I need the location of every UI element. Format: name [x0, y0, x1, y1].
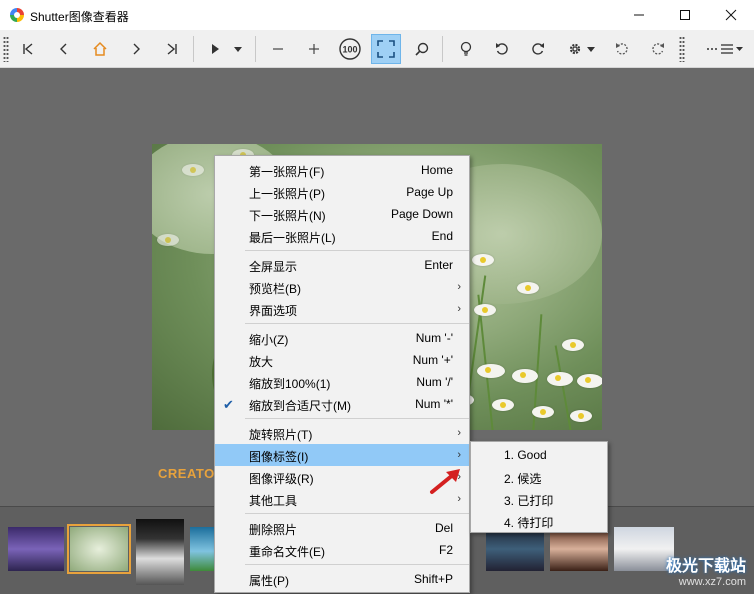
- menu-item-properties[interactable]: 属性(P) Shift+P: [215, 568, 469, 590]
- last-photo-button[interactable]: [157, 34, 187, 64]
- zoom-out-button[interactable]: [263, 34, 293, 64]
- minimize-icon: [634, 14, 644, 16]
- rotate-right-icon: [532, 43, 544, 55]
- context-menu: 第一张照片(F) Home 上一张照片(P) Page Up 下一张照片(N) Pag…: [214, 155, 470, 593]
- menu-icon: [707, 44, 743, 54]
- menu-item-previous-photo[interactable]: 上一张照片(P) Page Up: [215, 181, 469, 203]
- photo-caption: CREATO: [158, 466, 215, 481]
- menu-item-zoom-out[interactable]: 缩小(Z) Num '-': [215, 327, 469, 349]
- thumbnail[interactable]: [486, 527, 544, 571]
- checkmark-icon: ✔: [223, 397, 234, 412]
- menu-item-image-tags[interactable]: 图像标签(I) ›: [215, 444, 469, 466]
- thumbnail[interactable]: [8, 527, 64, 571]
- menu-item-delete-photo[interactable]: 删除照片 Del: [215, 517, 469, 539]
- dropdown-icon: [234, 47, 242, 52]
- svg-text:100: 100: [342, 45, 357, 55]
- watermark: 极光下载站 www.xz7.com: [666, 552, 746, 588]
- home-button[interactable]: [85, 34, 115, 64]
- toolbar: 100: [0, 30, 754, 68]
- thumbnail[interactable]: [136, 519, 184, 585]
- home-icon: [93, 41, 107, 56]
- slideshow-dropdown[interactable]: [228, 34, 248, 64]
- previous-photo-button[interactable]: [49, 34, 79, 64]
- next-icon: [133, 43, 140, 55]
- image-tags-submenu: 1. Good 2. 候选 3. 已打印 4. 待打印: [470, 441, 608, 533]
- search-icon: [415, 42, 429, 56]
- main-menu-button[interactable]: [700, 34, 750, 64]
- flip-right-icon: [652, 43, 664, 55]
- menu-item-zoom-in[interactable]: 放大 Num '+': [215, 349, 469, 371]
- submenu-item-printed[interactable]: 3. 已打印: [471, 488, 607, 510]
- zoom-out-icon: [273, 48, 283, 50]
- rotate-right-button[interactable]: [523, 34, 553, 64]
- menu-item-rename-file[interactable]: 重命名文件(E) F2: [215, 539, 469, 561]
- slideshow-button[interactable]: [200, 34, 230, 64]
- close-icon: [725, 9, 737, 21]
- window-title: Shutter图像查看器: [30, 10, 129, 24]
- play-icon: [212, 44, 219, 54]
- menu-item-zoom-fit[interactable]: ✔ 缩放到合适尺寸(M) Num '*': [215, 393, 469, 415]
- rotate-left-icon: [496, 43, 508, 55]
- menu-item-preview-bar[interactable]: 预览栏(B) ›: [215, 276, 469, 298]
- actual-size-button[interactable]: 100: [335, 34, 365, 64]
- lightbulb-icon: [460, 41, 472, 56]
- menu-separator: [245, 513, 469, 514]
- menu-item-zoom-100[interactable]: 缩放到100%(1) Num '/': [215, 371, 469, 393]
- first-photo-button[interactable]: [13, 34, 43, 64]
- thumbnail[interactable]: [550, 527, 608, 571]
- title-bar: Shutter图像查看器: [0, 0, 754, 30]
- toolbar-separator: [193, 36, 194, 62]
- rotate-left-button[interactable]: [487, 34, 517, 64]
- chevron-right-icon: ›: [457, 281, 461, 293]
- menu-item-last-photo[interactable]: 最后一张照片(L) End: [215, 225, 469, 247]
- flip-left-button[interactable]: [607, 34, 637, 64]
- menu-item-first-photo[interactable]: 第一张照片(F) Home: [215, 159, 469, 181]
- chevron-right-icon: ›: [457, 427, 461, 439]
- menu-separator: [245, 418, 469, 419]
- chevron-right-icon: ›: [457, 303, 461, 315]
- chevron-right-icon: ›: [457, 449, 461, 461]
- toolbar-grip[interactable]: [3, 36, 9, 62]
- fit-screen-button[interactable]: [371, 34, 401, 64]
- maximize-icon: [680, 10, 690, 20]
- zoom-in-icon: [309, 44, 319, 54]
- thumbnail-selected[interactable]: [67, 524, 131, 574]
- info-button[interactable]: [451, 34, 481, 64]
- menu-separator: [245, 250, 469, 251]
- menu-item-next-photo[interactable]: 下一张照片(N) Page Down: [215, 203, 469, 225]
- submenu-item-to-print[interactable]: 4. 待打印: [471, 510, 607, 532]
- submenu-item-good[interactable]: 1. Good: [471, 444, 607, 466]
- settings-button[interactable]: [562, 34, 602, 64]
- menu-item-rotate-photo[interactable]: 旋转照片(T) ›: [215, 422, 469, 444]
- flip-left-icon: [616, 43, 628, 55]
- maximize-button[interactable]: [662, 0, 708, 30]
- watermark-title: 极光下载站: [665, 558, 746, 575]
- minimize-button[interactable]: [616, 0, 662, 30]
- red-arrow-icon: [430, 469, 460, 494]
- flip-right-button[interactable]: [643, 34, 673, 64]
- submenu-item-candidate[interactable]: 2. 候选: [471, 466, 607, 488]
- menu-separator: [245, 564, 469, 565]
- next-photo-button[interactable]: [121, 34, 151, 64]
- menu-item-interface-options[interactable]: 界面选项 ›: [215, 298, 469, 320]
- watermark-url: www.xz7.com: [678, 576, 746, 588]
- toolbar-separator: [442, 36, 443, 62]
- last-icon: [167, 43, 177, 55]
- actual-size-icon: 100: [339, 38, 361, 60]
- menu-separator: [245, 323, 469, 324]
- close-button[interactable]: [708, 0, 754, 30]
- toolbar-separator: [255, 36, 256, 62]
- zoom-in-button[interactable]: [299, 34, 329, 64]
- search-button[interactable]: [407, 34, 437, 64]
- toolbar-grip[interactable]: [679, 36, 685, 62]
- previous-icon: [60, 43, 67, 55]
- app-logo-icon: [10, 8, 24, 22]
- fit-screen-icon: [377, 40, 395, 58]
- gear-icon: [569, 43, 595, 55]
- menu-item-fullscreen[interactable]: 全屏显示 Enter: [215, 254, 469, 276]
- first-icon: [23, 43, 33, 55]
